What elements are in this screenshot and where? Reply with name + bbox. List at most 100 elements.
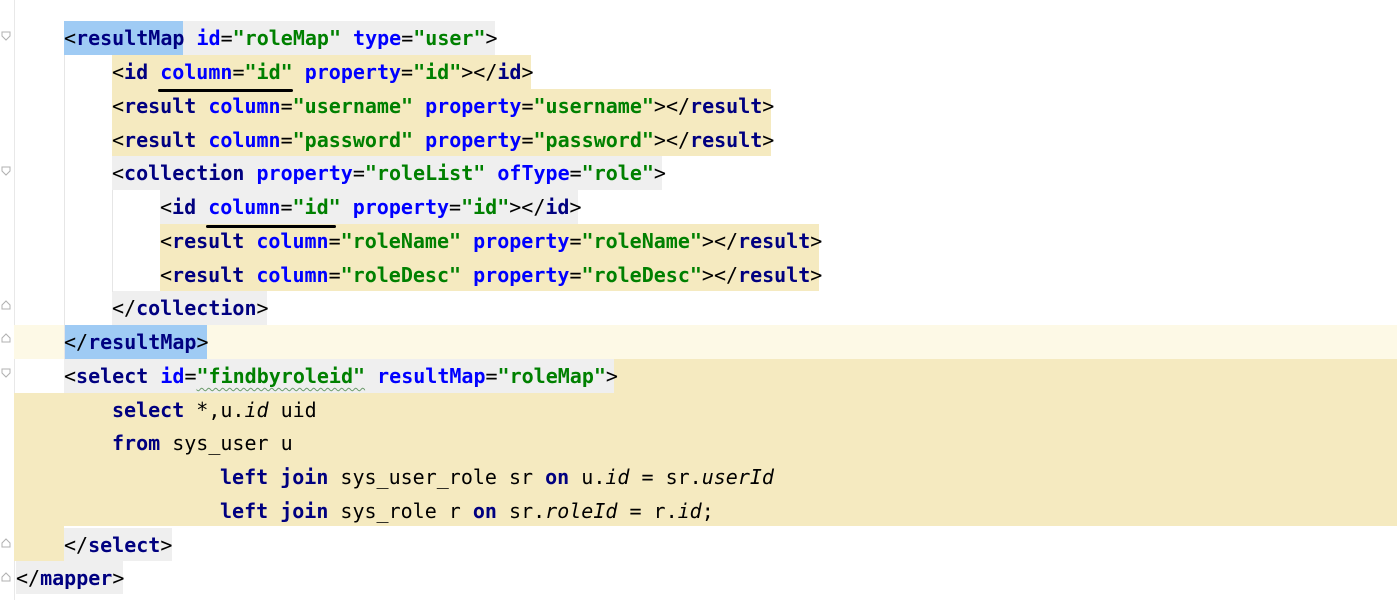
code-token: type bbox=[353, 26, 402, 50]
code-token: "roleName" bbox=[581, 229, 702, 253]
code-line[interactable]: <result column="password" property="pass… bbox=[112, 123, 774, 157]
code-line[interactable]: <collection property="roleList" ofType="… bbox=[112, 156, 666, 190]
code-token: join bbox=[280, 499, 329, 523]
code-line[interactable]: <result column="roleName" property="role… bbox=[160, 224, 822, 258]
code-line[interactable]: from sys_user u bbox=[112, 426, 293, 460]
code-line[interactable]: left join sys_role r on sr.roleId = r.id… bbox=[220, 494, 714, 528]
code-line[interactable]: </collection> bbox=[112, 291, 269, 325]
code-token: > bbox=[810, 263, 823, 287]
code-token: *,u. bbox=[184, 398, 245, 422]
code-token: = r. bbox=[617, 499, 678, 523]
code-line[interactable]: <select id="findbyroleid" resultMap="rol… bbox=[64, 359, 618, 393]
fold-end-icon[interactable] bbox=[1, 538, 11, 548]
code-token: id bbox=[545, 195, 570, 219]
code-token: mapper bbox=[40, 566, 113, 590]
code-token: "id" bbox=[413, 60, 462, 84]
code-token: "password" bbox=[292, 128, 414, 152]
code-token: < bbox=[112, 128, 125, 152]
code-token: = bbox=[521, 94, 534, 118]
code-line[interactable]: <result column="username" property="user… bbox=[112, 89, 774, 123]
indent-guide bbox=[64, 55, 65, 359]
code-line[interactable]: <id column="id" property="id"></id> bbox=[112, 55, 534, 89]
code-token: > bbox=[256, 296, 269, 320]
code-token: result bbox=[124, 94, 197, 118]
code-token: = bbox=[401, 60, 414, 84]
code-token: </ bbox=[112, 296, 137, 320]
code-token: "roleMap" bbox=[232, 26, 341, 50]
code-line[interactable]: left join sys_user_role sr on u.id = sr.… bbox=[220, 460, 774, 494]
code-token: </ bbox=[64, 533, 89, 557]
fold-end-icon[interactable] bbox=[1, 572, 11, 582]
code-token: result bbox=[738, 263, 811, 287]
code-token: = bbox=[485, 364, 498, 388]
code-token: "roleList" bbox=[364, 161, 486, 185]
code-token: resultMap bbox=[88, 330, 197, 354]
fold-collapse-icon[interactable] bbox=[1, 166, 11, 176]
code-token: collection bbox=[136, 296, 257, 320]
code-token: property bbox=[473, 263, 570, 287]
caret-line-highlight bbox=[14, 325, 1397, 359]
code-token: result bbox=[172, 229, 245, 253]
fold-collapse-icon[interactable] bbox=[1, 31, 11, 41]
code-token: property bbox=[304, 60, 402, 84]
fold-end-icon[interactable] bbox=[1, 300, 11, 310]
code-token: > bbox=[112, 566, 125, 590]
code-token: userId bbox=[701, 465, 774, 489]
selection-highlight bbox=[14, 526, 64, 561]
code-line[interactable]: </resultMap> bbox=[64, 325, 209, 359]
code-token: id bbox=[677, 499, 702, 523]
code-token: "roleMap" bbox=[497, 364, 606, 388]
fold-collapse-icon[interactable] bbox=[1, 368, 11, 378]
code-token: join bbox=[280, 465, 329, 489]
fold-end-icon[interactable] bbox=[1, 333, 11, 343]
code-token: property bbox=[473, 229, 570, 253]
code-token: id bbox=[124, 60, 149, 84]
code-token: "id" bbox=[461, 195, 510, 219]
code-token: = bbox=[449, 195, 462, 219]
code-token: > bbox=[196, 330, 209, 354]
code-token: > bbox=[160, 533, 173, 557]
code-token: id bbox=[497, 60, 522, 84]
code-line[interactable]: </mapper> bbox=[16, 561, 124, 595]
code-token: id bbox=[196, 26, 221, 50]
code-token: column bbox=[208, 94, 281, 118]
code-line[interactable]: <resultMap id="roleMap" type="user"> bbox=[64, 21, 498, 55]
code-token: property bbox=[256, 161, 353, 185]
code-token: id bbox=[244, 398, 269, 422]
code-token: column bbox=[160, 60, 233, 84]
code-line[interactable]: <result column="roleDesc" property="role… bbox=[160, 258, 822, 292]
code-token: result bbox=[738, 229, 811, 253]
code-editor[interactable]: <resultMap id="roleMap" type="user"> <id … bbox=[0, 0, 1397, 600]
code-token: sr. bbox=[496, 499, 546, 523]
code-token: property bbox=[425, 94, 522, 118]
code-token: column bbox=[256, 263, 329, 287]
code-token: select bbox=[112, 398, 185, 422]
code-token: "roleDesc" bbox=[340, 263, 462, 287]
code-token: > bbox=[569, 195, 582, 219]
code-token: id bbox=[605, 465, 630, 489]
code-token: > bbox=[762, 128, 775, 152]
underline-annotation bbox=[158, 89, 293, 92]
code-token: sys_user u bbox=[160, 431, 293, 455]
code-token: column bbox=[256, 229, 329, 253]
code-token: collection bbox=[124, 161, 245, 185]
code-token: ></ bbox=[701, 263, 739, 287]
code-line[interactable]: <id column="id" property="id"></id> bbox=[160, 190, 582, 224]
code-token: </ bbox=[64, 330, 89, 354]
code-token: "user" bbox=[413, 26, 486, 50]
code-token: < bbox=[160, 229, 173, 253]
code-token: < bbox=[160, 263, 173, 287]
code-token: = sr. bbox=[629, 465, 702, 489]
code-line[interactable]: select *,u.id uid bbox=[112, 393, 317, 427]
code-token: = bbox=[280, 195, 293, 219]
code-line[interactable]: </select> bbox=[64, 528, 172, 562]
